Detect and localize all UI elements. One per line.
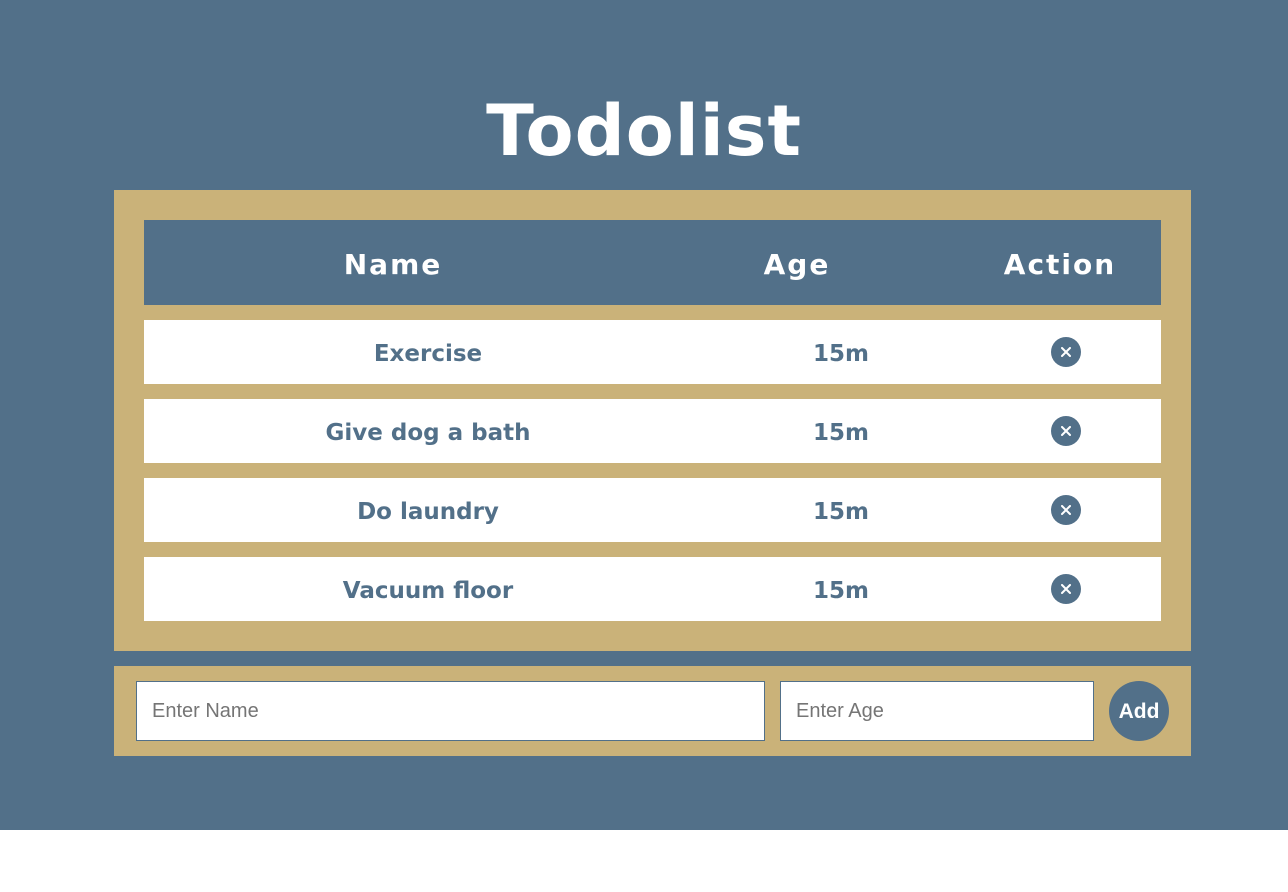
- close-icon: [1061, 426, 1071, 436]
- close-icon: [1061, 347, 1071, 357]
- todo-name: Vacuum floor: [342, 578, 514, 604]
- table-row: Give dog a bath 15m: [144, 399, 1161, 463]
- todo-age: 15m: [813, 420, 869, 446]
- add-todo-form: Add: [114, 666, 1191, 756]
- name-input[interactable]: [136, 681, 765, 741]
- todo-table: Name Age Action Exercise 15m Give dog a …: [114, 190, 1191, 651]
- column-header-age: Age: [763, 248, 831, 281]
- delete-button[interactable]: [1051, 416, 1081, 446]
- todo-name: Do laundry: [357, 499, 499, 525]
- table-row: Exercise 15m: [144, 320, 1161, 384]
- todo-name: Exercise: [373, 341, 483, 367]
- table-row: Vacuum floor 15m: [144, 557, 1161, 621]
- table-row: Do laundry 15m: [144, 478, 1161, 542]
- todo-age: 15m: [813, 578, 869, 604]
- close-icon: [1061, 584, 1071, 594]
- todo-age: 15m: [813, 499, 869, 525]
- delete-button[interactable]: [1051, 574, 1081, 604]
- todo-name: Give dog a bath: [325, 420, 531, 446]
- age-input[interactable]: [780, 681, 1094, 741]
- app-background: Todolist Name Age Action Exercise 15m Gi…: [0, 0, 1288, 830]
- delete-button[interactable]: [1051, 495, 1081, 525]
- table-header: Name Age Action: [144, 220, 1161, 305]
- delete-button[interactable]: [1051, 337, 1081, 367]
- todo-age: 15m: [813, 341, 869, 367]
- column-header-action: Action: [1003, 248, 1117, 281]
- add-button[interactable]: Add: [1109, 681, 1169, 741]
- column-header-name: Name: [343, 248, 443, 281]
- close-icon: [1061, 505, 1071, 515]
- page-title: Todolist: [486, 90, 802, 172]
